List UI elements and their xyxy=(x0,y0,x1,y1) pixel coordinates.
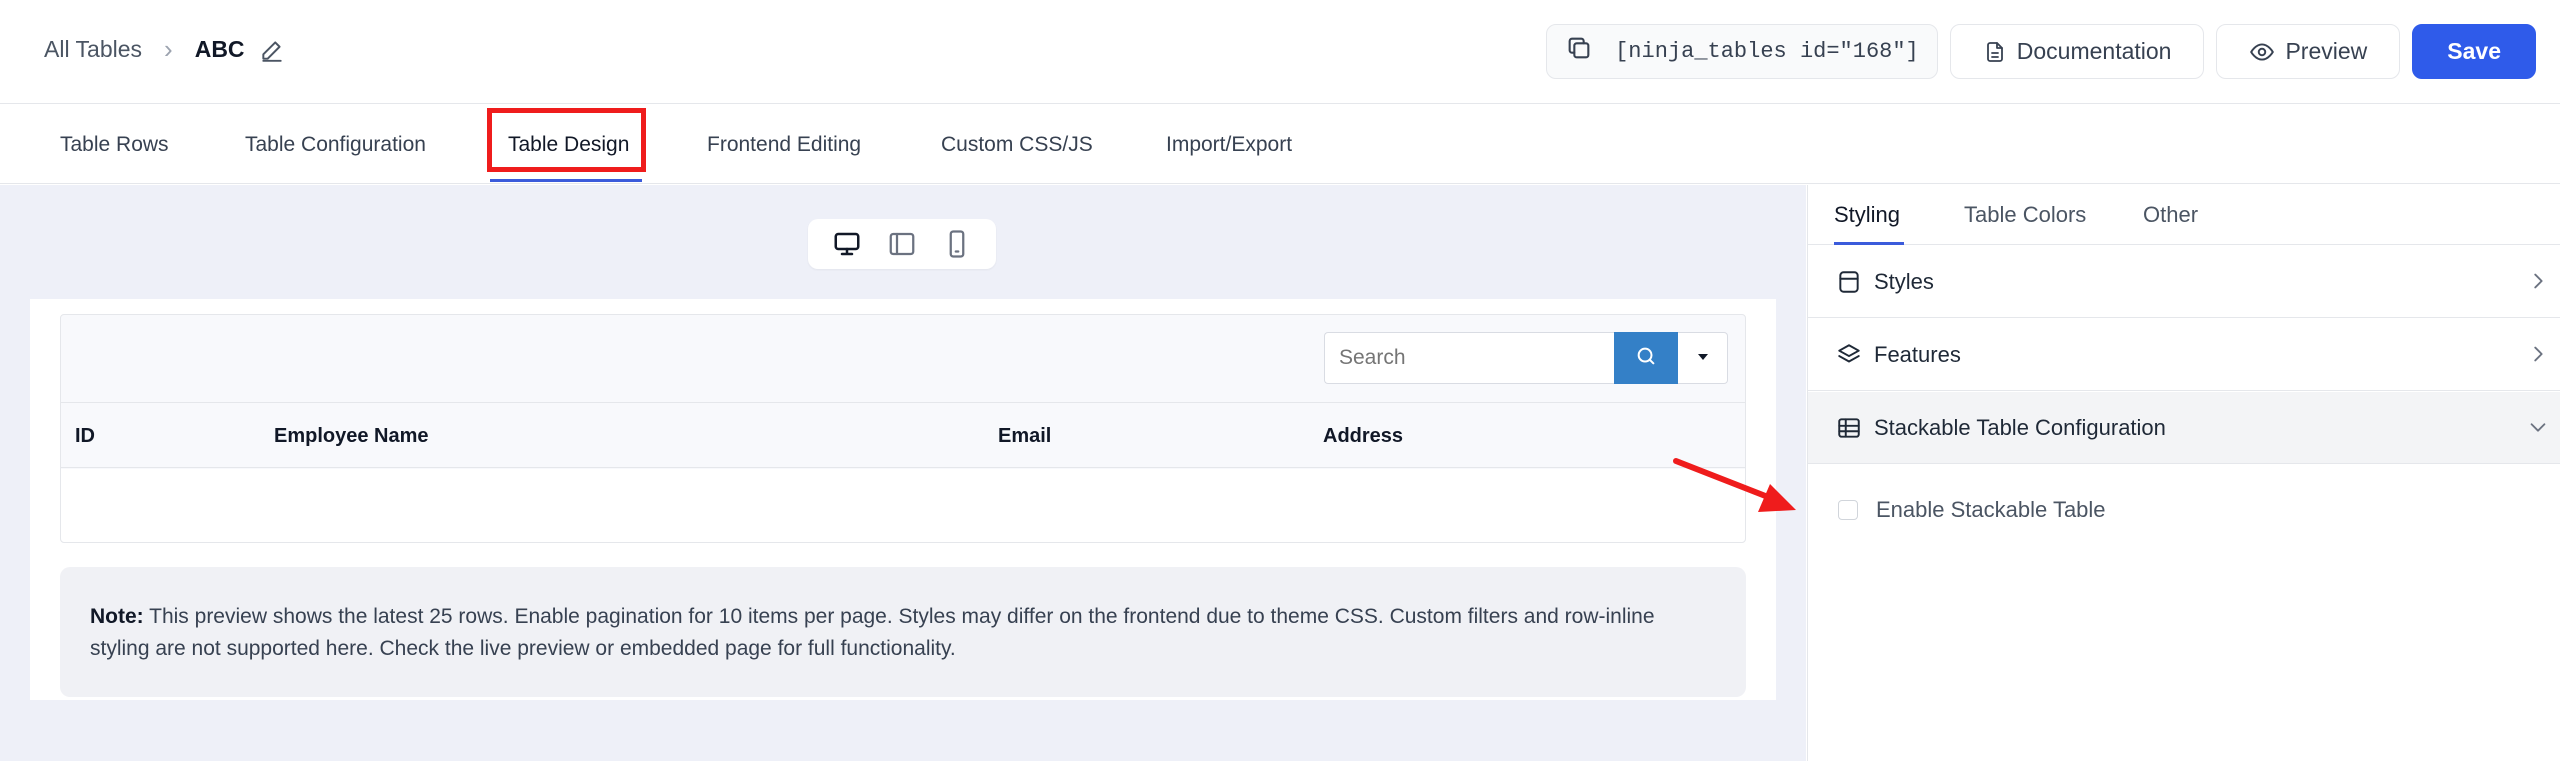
tablet-icon[interactable] xyxy=(882,226,922,262)
enable-stackable-checkbox[interactable] xyxy=(1838,500,1858,520)
section-styles[interactable]: Styles xyxy=(1808,246,2560,318)
design-canvas: ID Employee Name Email Address Note: Thi… xyxy=(0,185,1806,761)
table-preview-panel: ID Employee Name Email Address Note: Thi… xyxy=(30,299,1776,700)
main-tabs: Table Rows Table Configuration Table Des… xyxy=(0,105,2560,184)
note-text: This preview shows the latest 25 rows. E… xyxy=(90,605,1655,660)
annotation-highlight-box xyxy=(487,108,646,172)
tab-other[interactable]: Other xyxy=(2143,185,2198,245)
shortcode-text: [ninja_tables id="168"] xyxy=(1615,39,1919,64)
breadcrumb-separator: › xyxy=(164,34,173,64)
section-styles-label: Styles xyxy=(1874,268,1934,294)
search-icon xyxy=(1635,345,1657,372)
section-stackable-table-configuration[interactable]: Stackable Table Configuration xyxy=(1808,392,2560,464)
breadcrumb-all-tables[interactable]: All Tables xyxy=(44,36,142,63)
search-bar xyxy=(1324,332,1728,384)
tab-styling[interactable]: Styling xyxy=(1834,185,1900,245)
column-header-address[interactable]: Address xyxy=(1323,403,1403,469)
section-stackable-label: Stackable Table Configuration xyxy=(1874,414,2166,440)
chevron-right-icon xyxy=(2527,270,2549,292)
breadcrumb: All Tables › ABC xyxy=(44,34,285,65)
shortcode-box[interactable]: [ninja_tables id="168"] xyxy=(1546,24,1938,79)
copy-icon[interactable] xyxy=(1565,34,1593,69)
enable-stackable-row: Enable Stackable Table xyxy=(1838,497,2106,523)
sidebar-tabs: Styling Table Colors Other xyxy=(1808,185,2560,245)
settings-sidebar: Styling Table Colors Other Styles Featur… xyxy=(1807,185,2560,761)
preview-table: ID Employee Name Email Address xyxy=(60,314,1746,543)
save-button[interactable]: Save xyxy=(2412,24,2536,79)
tab-import-export[interactable]: Import/Export xyxy=(1166,105,1292,184)
tab-table-configuration[interactable]: Table Configuration xyxy=(245,105,426,184)
tab-frontend-editing[interactable]: Frontend Editing xyxy=(707,105,861,184)
table-header-row: ID Employee Name Email Address xyxy=(61,402,1745,468)
chevron-down-icon xyxy=(2527,416,2549,438)
table-icon xyxy=(1836,415,1862,441)
sidebar-active-tab-indicator xyxy=(1834,242,1904,245)
section-features-label: Features xyxy=(1874,341,1961,367)
search-input[interactable] xyxy=(1324,332,1614,384)
table-name: ABC xyxy=(194,36,245,62)
tab-table-rows[interactable]: Table Rows xyxy=(60,105,169,184)
header-actions: [ninja_tables id="168"] Documentation Pr… xyxy=(1546,24,2536,79)
eye-icon xyxy=(2249,39,2275,65)
layers-icon xyxy=(1836,342,1862,368)
section-features[interactable]: Features xyxy=(1808,319,2560,391)
tab-table-colors[interactable]: Table Colors xyxy=(1964,185,2086,245)
enable-stackable-label[interactable]: Enable Stackable Table xyxy=(1876,497,2106,523)
desktop-icon[interactable] xyxy=(827,226,867,262)
caret-down-icon xyxy=(1696,349,1710,367)
table-body-empty xyxy=(61,469,1745,542)
device-toggle xyxy=(808,219,996,269)
documentation-label: Documentation xyxy=(2016,38,2172,64)
preview-label: Preview xyxy=(2285,38,2368,64)
column-header-email[interactable]: Email xyxy=(998,403,1051,469)
preview-note: Note: This preview shows the latest 25 r… xyxy=(60,567,1746,697)
mobile-icon[interactable] xyxy=(937,226,977,262)
active-tab-indicator xyxy=(490,179,642,182)
document-icon xyxy=(1983,40,2007,64)
note-label: Note: xyxy=(90,605,144,628)
documentation-button[interactable]: Documentation xyxy=(1949,24,2205,79)
preview-button[interactable]: Preview xyxy=(2216,24,2401,79)
tab-custom-css-js[interactable]: Custom CSS/JS xyxy=(941,105,1093,184)
database-icon xyxy=(1836,269,1862,295)
search-button[interactable] xyxy=(1614,332,1678,384)
filter-dropdown-button[interactable] xyxy=(1678,332,1728,384)
column-header-employee-name[interactable]: Employee Name xyxy=(274,403,429,469)
pencil-icon[interactable] xyxy=(259,37,285,63)
top-header: All Tables › ABC [ninja_tables id="168"]… xyxy=(0,0,2560,104)
chevron-right-icon xyxy=(2527,343,2549,365)
column-header-id[interactable]: ID xyxy=(75,403,95,469)
